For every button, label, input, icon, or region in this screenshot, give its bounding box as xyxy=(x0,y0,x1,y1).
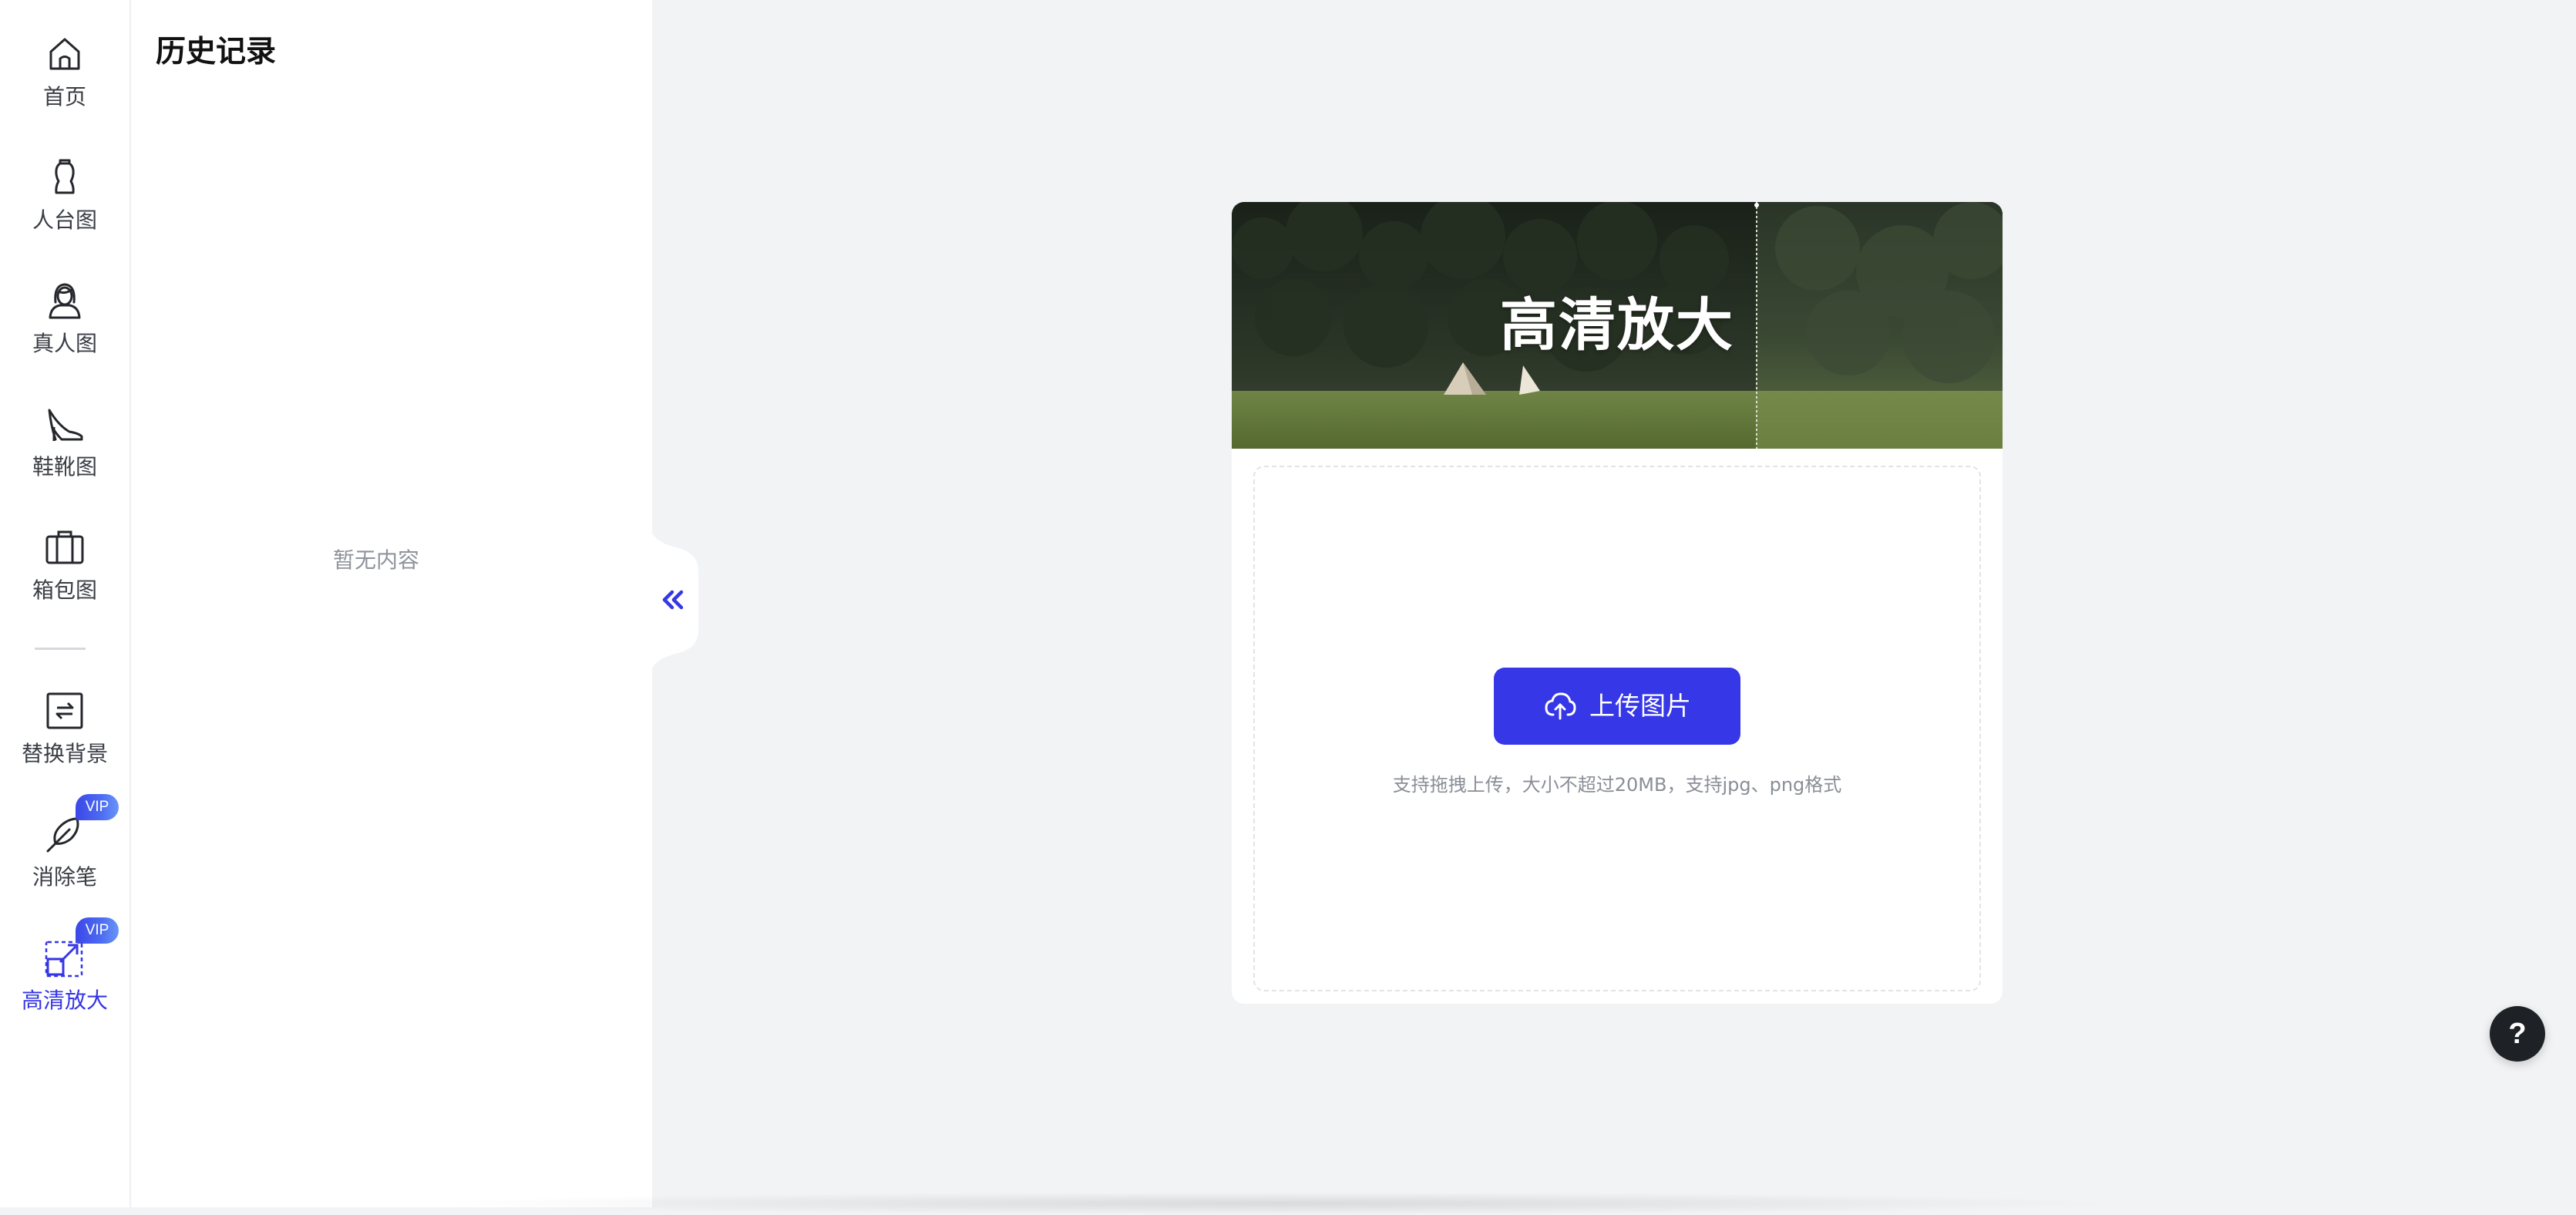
nav-item-shoes[interactable]: 鞋靴图 xyxy=(0,370,129,486)
upload-dropzone[interactable]: 上传图片 支持拖拽上传，大小不超过20MB，支持jpg、png格式 xyxy=(1253,466,1981,991)
vip-badge: VIP xyxy=(76,794,119,820)
nav-label: 人台图 xyxy=(32,207,97,233)
upload-image-button[interactable]: 上传图片 xyxy=(1494,668,1740,745)
nav-label: 首页 xyxy=(42,84,86,109)
history-empty-text: 暂无内容 xyxy=(332,547,419,573)
home-icon xyxy=(49,38,80,70)
nav-label: 箱包图 xyxy=(32,577,97,603)
nav-item-hd-upscale[interactable]: 高清放大 VIP xyxy=(0,904,129,1019)
mannequin-icon xyxy=(55,159,75,194)
upload-button-label: 上传图片 xyxy=(1589,691,1691,721)
nav-item-eraser-pen[interactable]: 消除笔 VIP xyxy=(0,780,129,896)
upload-hint-text: 支持拖拽上传，大小不超过20MB，支持jpg、png格式 xyxy=(1392,774,1842,796)
nav-label: 替换背景 xyxy=(21,741,108,766)
nav-divider xyxy=(35,648,86,650)
vip-badge: VIP xyxy=(76,917,119,944)
banner-image: 高清放大 xyxy=(1232,202,2003,449)
history-panel: 历史记录 暂无内容 xyxy=(131,0,652,1207)
banner-title: 高清放大 xyxy=(1500,292,1734,358)
nav-item-replace-background[interactable]: 替换背景 xyxy=(0,657,129,772)
help-button[interactable]: ? xyxy=(2490,1006,2545,1062)
nav-item-real-person[interactable]: 真人图 xyxy=(0,247,129,362)
nav-item-home[interactable]: 首页 xyxy=(0,0,129,116)
suitcase-icon xyxy=(45,530,84,564)
nav-item-bags[interactable]: 箱包图 xyxy=(0,493,129,609)
collapse-panel-button[interactable] xyxy=(652,533,698,668)
nav-label: 消除笔 xyxy=(32,864,97,890)
nav-item-mannequin[interactable]: 人台图 xyxy=(0,123,129,239)
swap-background-icon xyxy=(46,692,83,729)
nav-label: 真人图 xyxy=(32,331,97,356)
nav-label: 高清放大 xyxy=(21,988,108,1013)
tool-nav: 首页 人台图 真人图 鞋靴图 箱包图 替换背景 消除笔 VIP 高清放大 VIP xyxy=(0,0,131,1207)
nav-label: 鞋靴图 xyxy=(32,454,97,480)
high-heel-icon xyxy=(48,409,83,441)
person-icon xyxy=(49,283,81,319)
bottom-shadow xyxy=(432,1192,2127,1215)
collapse-tab-shape xyxy=(652,533,698,668)
cloud-upload-icon xyxy=(1545,692,1576,720)
upscale-card: 高清放大 上传图片 支持拖拽上传，大小不超过20MB，支持jpg、png格式 xyxy=(1232,202,2003,1004)
history-title: 历史记录 xyxy=(156,35,277,69)
